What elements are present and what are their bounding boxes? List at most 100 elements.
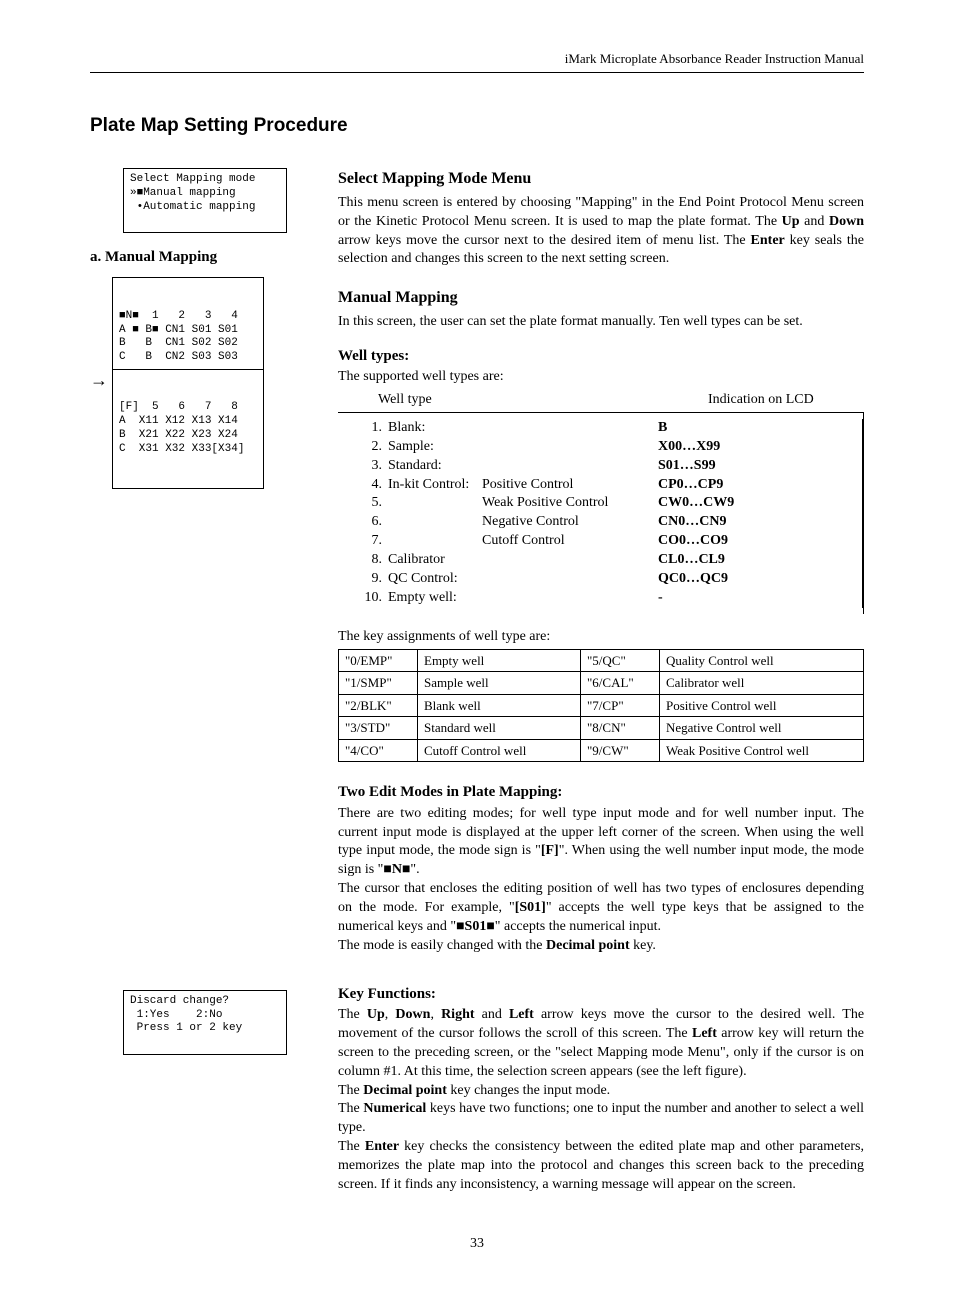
well-row-num: 1. xyxy=(358,419,382,438)
key-functions-p1: The Up, Down, Right and Left arrow keys … xyxy=(338,1006,864,1082)
key-code: "8/CN" xyxy=(581,717,660,740)
right-column-sec1: Select Mapping Mode Menu This menu scree… xyxy=(338,168,864,970)
indication-col-header: Indication on LCD xyxy=(708,391,864,410)
key-table-row: "2/BLK"Blank well"7/CP"Positive Control … xyxy=(339,694,864,717)
well-row-name: Standard: xyxy=(388,457,482,476)
well-row-name: In-kit Control: xyxy=(388,476,482,495)
two-edit-modes-heading: Two Edit Modes in Plate Mapping: xyxy=(338,782,864,802)
well-type-row: 6.Negative ControlCN0…CN9 xyxy=(338,513,863,532)
text: " accepts the numerical input. xyxy=(495,919,661,934)
well-row-name: QC Control: xyxy=(388,570,482,589)
key-desc: Standard well xyxy=(418,717,581,740)
key-code: "9/CW" xyxy=(581,739,660,762)
left-column-sec2: Discard change? 1:Yes 2:No Press 1 or 2 … xyxy=(90,970,320,1195)
key-table-row: "0/EMP"Empty well"5/QC"Quality Control w… xyxy=(339,649,864,672)
key-left2: Left xyxy=(692,1026,717,1041)
well-row-indication: CO0…CO9 xyxy=(652,532,728,551)
key-code: "5/QC" xyxy=(581,649,660,672)
well-type-row: 9. QC Control: QC0…QC9 xyxy=(338,570,863,589)
well-row-desc xyxy=(482,589,652,608)
well-row-num: 9. xyxy=(358,570,382,589)
well-row-name: Blank: xyxy=(388,419,482,438)
key-desc: Quality Control well xyxy=(660,649,864,672)
decimal-point-key: Decimal point xyxy=(363,1083,447,1098)
well-row-name: Calibrator xyxy=(388,551,482,570)
well-row-indication: B xyxy=(652,419,667,438)
key-code: "7/CP" xyxy=(581,694,660,717)
key-functions-p3: The Numerical keys have two functions; o… xyxy=(338,1100,864,1138)
well-types-supported: The supported well types are: xyxy=(338,368,864,387)
well-row-num: 4. xyxy=(358,476,382,495)
key-desc: Weak Positive Control well xyxy=(660,739,864,762)
manual-mapping-heading: Manual Mapping xyxy=(338,287,864,309)
well-row-indication: QC0…QC9 xyxy=(652,570,728,589)
well-row-desc xyxy=(482,570,652,589)
text: and xyxy=(800,214,829,229)
text: The xyxy=(338,1007,367,1022)
well-types-list: 1. Blank: B2.Sample:X00…X993. Standard: S01…… xyxy=(338,413,864,614)
right-column-sec2: Key Functions: The Up, Down, Right and L… xyxy=(338,970,864,1195)
key-down: Down xyxy=(829,214,864,229)
key-enter: Enter xyxy=(751,233,785,248)
well-type-row: 7. Cutoff ControlCO0…CO9 xyxy=(338,532,863,551)
left-column-sec1: Select Mapping mode »■Manual mapping •Au… xyxy=(90,168,320,970)
well-row-name xyxy=(388,513,482,532)
well-row-num: 5. xyxy=(358,494,382,513)
well-type-row: 2.Sample:X00…X99 xyxy=(338,438,863,457)
key-code: "2/BLK" xyxy=(339,694,418,717)
document-header-title: iMark Microplate Absorbance Reader Instr… xyxy=(90,50,864,73)
decimal-point-key: Decimal point xyxy=(546,938,630,953)
well-row-num: 7. xyxy=(358,532,382,551)
key-assignments-table: "0/EMP"Empty well"5/QC"Quality Control w… xyxy=(338,649,864,763)
well-row-indication: S01…S99 xyxy=(652,457,716,476)
lcd-manual-bottom: [F] 5 6 7 8 A X11 X12 X13 X14 B X21 X22 … xyxy=(113,397,263,460)
key-down: Down xyxy=(395,1007,430,1022)
well-row-indication: CN0…CN9 xyxy=(652,513,726,532)
key-desc: Cutoff Control well xyxy=(418,739,581,762)
text: key checks the consistency between the e… xyxy=(338,1139,864,1192)
text: and xyxy=(475,1007,509,1022)
key-table-row: "1/SMP"Sample well"6/CAL"Calibrator well xyxy=(339,672,864,695)
manual-mapping-subheading: a. Manual Mapping xyxy=(90,247,320,267)
key-table-row: "3/STD"Standard well"8/CN"Negative Contr… xyxy=(339,717,864,740)
enclosure-s01a: [S01] xyxy=(515,900,546,915)
two-modes-p2: The cursor that encloses the editing pos… xyxy=(338,880,864,937)
key-code: "4/CO" xyxy=(339,739,418,762)
well-row-indication: X00…X99 xyxy=(652,438,720,457)
well-row-indication: CL0…CL9 xyxy=(652,551,725,570)
well-types-heading: Well types: xyxy=(338,346,864,366)
key-code: "6/CAL" xyxy=(581,672,660,695)
well-row-desc xyxy=(482,438,652,457)
well-row-num: 2. xyxy=(358,438,382,457)
text: ". xyxy=(410,862,419,877)
well-row-indication: CP0…CP9 xyxy=(652,476,723,495)
key-desc: Sample well xyxy=(418,672,581,695)
key-functions-p2: The Decimal point key changes the input … xyxy=(338,1082,864,1101)
well-type-row: 10.Empty well:- xyxy=(338,589,863,608)
select-mapping-body: This menu screen is entered by choosing … xyxy=(338,194,864,270)
well-type-row: 8.CalibratorCL0…CL9 xyxy=(338,551,863,570)
key-functions-p4: The Enter key checks the consistency bet… xyxy=(338,1138,864,1195)
key-desc: Empty well xyxy=(418,649,581,672)
key-desc: Positive Control well xyxy=(660,694,864,717)
lcd-discard-change: Discard change? 1:Yes 2:No Press 1 or 2 … xyxy=(123,990,287,1055)
text: The xyxy=(338,1139,365,1154)
well-row-desc: Weak Positive Control xyxy=(482,494,652,513)
key-table-row: "4/CO"Cutoff Control well"9/CW"Weak Posi… xyxy=(339,739,864,762)
well-row-num: 3. xyxy=(358,457,382,476)
key-code: "1/SMP" xyxy=(339,672,418,695)
numerical-keys: Numerical xyxy=(363,1101,426,1116)
text: , xyxy=(430,1007,441,1022)
arrow-right-icon: → xyxy=(90,368,108,392)
key-desc: Calibrator well xyxy=(660,672,864,695)
page-number: 33 xyxy=(90,1235,864,1254)
well-row-desc: Cutoff Control xyxy=(482,532,652,551)
well-row-desc xyxy=(482,551,652,570)
well-row-desc: Negative Control xyxy=(482,513,652,532)
well-row-desc xyxy=(482,457,652,476)
mode-sign-f: [F] xyxy=(541,843,559,858)
key-up: Up xyxy=(782,214,800,229)
lcd-select-mapping-mode: Select Mapping mode »■Manual mapping •Au… xyxy=(123,168,287,233)
select-mapping-heading: Select Mapping Mode Menu xyxy=(338,168,864,190)
key-right: Right xyxy=(441,1007,474,1022)
